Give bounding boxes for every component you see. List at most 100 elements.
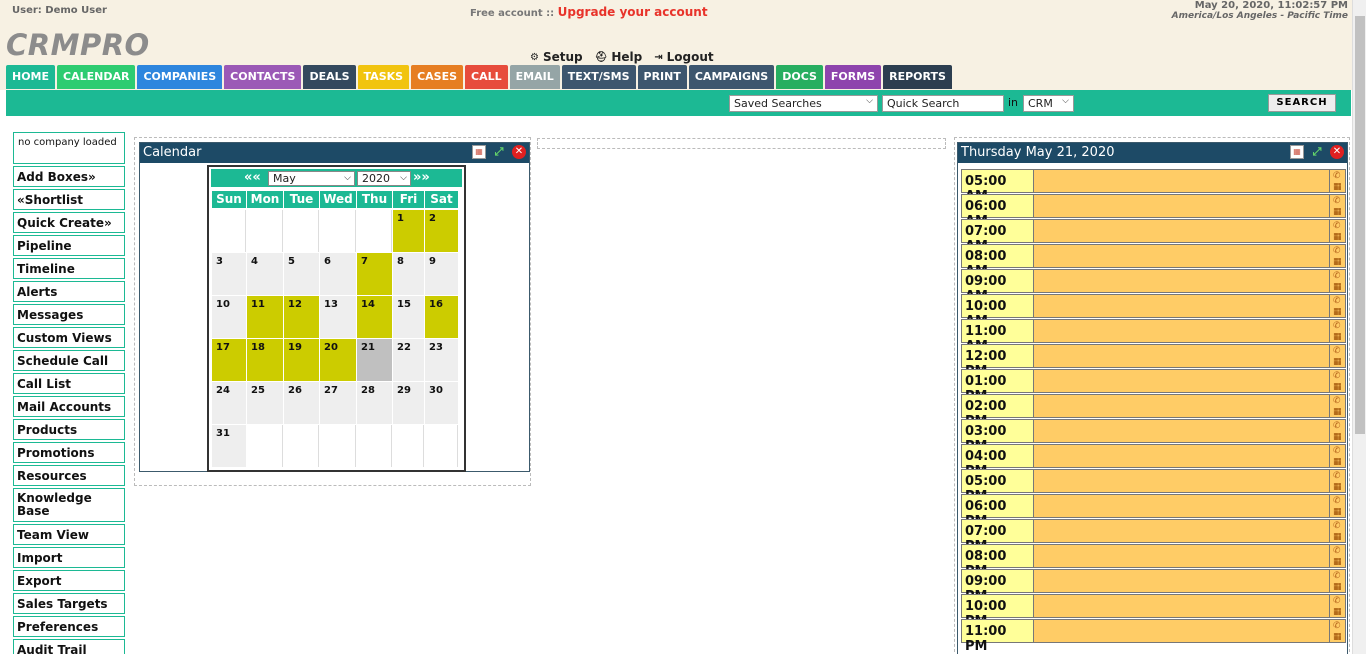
calendar-icon[interactable]: ▦ <box>1333 582 1342 592</box>
calendar-day[interactable]: 14 <box>357 296 392 338</box>
hour-slot[interactable] <box>1033 219 1330 243</box>
hour-slot[interactable] <box>1033 619 1330 643</box>
calendar-icon[interactable]: ▦ <box>1333 182 1342 192</box>
sidebar-item-mail-accounts[interactable]: Mail Accounts <box>13 396 125 417</box>
calendar-day[interactable]: 29 <box>393 382 424 424</box>
calendar-icon[interactable]: ▦ <box>1333 207 1342 217</box>
calendar-icon[interactable]: ▦ <box>1333 382 1342 392</box>
calendar-day[interactable]: 22 <box>393 339 424 381</box>
crmpro-logo[interactable]: CRMPRO <box>6 28 150 62</box>
sidebar-item-timeline[interactable]: Timeline <box>13 258 125 279</box>
calendar-day[interactable]: 3 <box>212 253 246 295</box>
calendar-day[interactable]: 28 <box>357 382 392 424</box>
sidebar-item-preferences[interactable]: Preferences <box>13 616 125 637</box>
sidebar-item-alerts[interactable]: Alerts <box>13 281 125 302</box>
nav-tab-calendar[interactable]: CALENDAR <box>57 65 136 89</box>
sidebar-item-products[interactable]: Products <box>13 419 125 440</box>
calendar-icon[interactable]: ▦ <box>1333 557 1342 567</box>
calendar-icon[interactable]: ▦ <box>1333 507 1342 517</box>
nav-tab-campaigns[interactable]: CAMPAIGNS <box>688 65 775 89</box>
sidebar-item-add-boxes[interactable]: Add Boxes» <box>13 166 125 187</box>
calendar-day[interactable]: 8 <box>393 253 424 295</box>
phone-icon[interactable]: ✆ <box>1333 496 1341 506</box>
sidebar-item-quick-create[interactable]: Quick Create» <box>13 212 125 233</box>
hour-slot[interactable] <box>1033 569 1330 593</box>
phone-icon[interactable]: ✆ <box>1333 246 1341 256</box>
calendar-icon[interactable]: ▦ <box>1333 457 1342 467</box>
expand-icon[interactable]: ⤢ <box>492 145 506 159</box>
sidebar-item-call-list[interactable]: Call List <box>13 373 125 394</box>
nav-tab-cases[interactable]: CASES <box>411 65 464 89</box>
calendar-day[interactable]: 23 <box>425 339 458 381</box>
search-button[interactable]: SEARCH <box>1268 94 1336 112</box>
phone-icon[interactable]: ✆ <box>1333 546 1341 556</box>
calendar-icon[interactable]: ▦ <box>1333 607 1342 617</box>
nav-tab-contacts[interactable]: CONTACTS <box>224 65 302 89</box>
calendar-add-icon[interactable]: ▦ <box>472 145 486 159</box>
phone-icon[interactable]: ✆ <box>1333 371 1341 381</box>
phone-icon[interactable]: ✆ <box>1333 296 1341 306</box>
sidebar-item-sales-targets[interactable]: Sales Targets <box>13 593 125 614</box>
calendar-day[interactable]: 11 <box>247 296 283 338</box>
calendar-day[interactable]: 7 <box>357 253 392 295</box>
calendar-day[interactable]: 27 <box>320 382 356 424</box>
phone-icon[interactable]: ✆ <box>1333 171 1341 181</box>
nav-tab-call[interactable]: CALL <box>465 65 508 89</box>
calendar-day[interactable]: 1 <box>393 210 424 252</box>
search-scope-select[interactable]: CRM ⌵ <box>1023 95 1074 112</box>
calendar-icon[interactable]: ▦ <box>1333 432 1342 442</box>
hour-slot[interactable] <box>1033 444 1330 468</box>
phone-icon[interactable]: ✆ <box>1333 446 1341 456</box>
calendar-icon[interactable]: ▦ <box>1333 307 1342 317</box>
calendar-day[interactable]: 18 <box>247 339 283 381</box>
calendar-day[interactable]: 5 <box>284 253 319 295</box>
calendar-day[interactable]: 31 <box>212 425 246 467</box>
nav-tab-deals[interactable]: DEALS <box>303 65 356 89</box>
calendar-day[interactable]: 13 <box>320 296 356 338</box>
sidebar-item-promotions[interactable]: Promotions <box>13 442 125 463</box>
nav-tab-tasks[interactable]: TASKS <box>357 65 410 89</box>
month-select[interactable]: May ⌵ <box>268 171 355 186</box>
sidebar-item-shortlist[interactable]: «Shortlist <box>13 189 125 210</box>
phone-icon[interactable]: ✆ <box>1333 221 1341 231</box>
calendar-day[interactable]: 2 <box>425 210 458 252</box>
sidebar-item-knowledge-base[interactable]: Knowledge Base <box>13 488 125 522</box>
calendar-day[interactable]: 26 <box>284 382 319 424</box>
phone-icon[interactable]: ✆ <box>1333 396 1341 406</box>
hour-slot[interactable] <box>1033 594 1330 618</box>
calendar-icon[interactable]: ▦ <box>1333 232 1342 242</box>
logout-link[interactable]: ⇥ Logout <box>654 50 713 64</box>
calendar-icon[interactable]: ▦ <box>1333 482 1342 492</box>
phone-icon[interactable]: ✆ <box>1333 421 1341 431</box>
calendar-icon[interactable]: ▦ <box>1333 632 1342 642</box>
prev-month-button[interactable]: «« <box>244 169 261 186</box>
calendar-day[interactable]: 10 <box>212 296 246 338</box>
calendar-day[interactable]: 25 <box>247 382 283 424</box>
sidebar-item-team-view[interactable]: Team View <box>13 524 125 545</box>
hour-slot[interactable] <box>1033 469 1330 493</box>
calendar-day-today[interactable]: 21 <box>357 339 392 381</box>
hour-slot[interactable] <box>1033 419 1330 443</box>
hour-slot[interactable] <box>1033 394 1330 418</box>
hour-slot[interactable] <box>1033 319 1330 343</box>
calendar-icon[interactable]: ▦ <box>1333 532 1342 542</box>
setup-link[interactable]: ⚙ Setup <box>530 50 583 64</box>
sidebar-item-resources[interactable]: Resources <box>13 465 125 486</box>
phone-icon[interactable]: ✆ <box>1333 346 1341 356</box>
calendar-day[interactable]: 12 <box>284 296 319 338</box>
nav-tab-reports[interactable]: REPORTS <box>883 65 952 89</box>
close-icon[interactable]: ✕ <box>512 145 526 159</box>
phone-icon[interactable]: ✆ <box>1333 321 1341 331</box>
phone-icon[interactable]: ✆ <box>1333 471 1341 481</box>
calendar-day[interactable]: 19 <box>284 339 319 381</box>
hour-slot[interactable] <box>1033 244 1330 268</box>
nav-tab-docs[interactable]: DOCS <box>776 65 823 89</box>
next-month-button[interactable]: »» <box>413 169 430 186</box>
upgrade-account-link[interactable]: Upgrade your account <box>558 5 708 19</box>
calendar-day[interactable]: 17 <box>212 339 246 381</box>
expand-icon[interactable]: ⤢ <box>1310 145 1324 159</box>
nav-tab-forms[interactable]: FORMS <box>824 65 882 89</box>
phone-icon[interactable]: ✆ <box>1333 196 1341 206</box>
hour-slot[interactable] <box>1033 344 1330 368</box>
nav-tab-home[interactable]: HOME <box>6 65 56 89</box>
